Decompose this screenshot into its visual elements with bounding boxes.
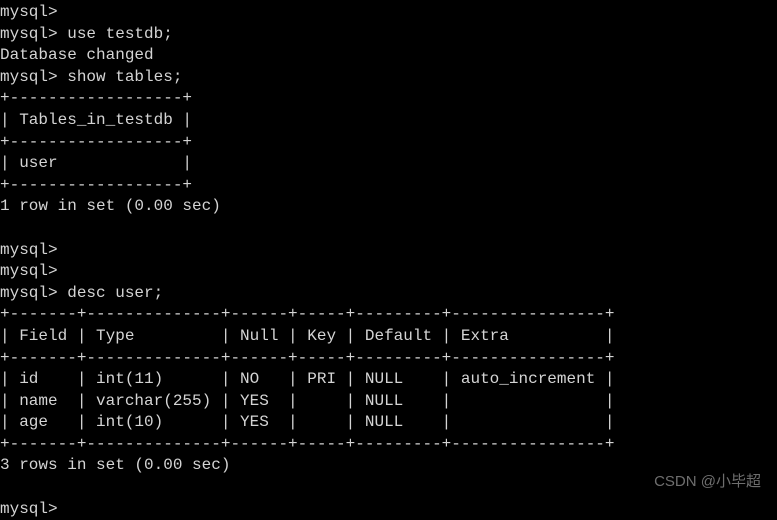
prompt-line[interactable]: mysql> <box>0 499 777 520</box>
table-row: | user | <box>0 153 777 175</box>
table-border: +------------------+ <box>0 88 777 110</box>
table-border: +-------+--------------+------+-----+---… <box>0 348 777 370</box>
watermark: CSDN @小毕超 <box>654 472 761 492</box>
command-line[interactable]: mysql> desc user; <box>0 283 777 305</box>
table-row: | id | int(11) | NO | PRI | NULL | auto_… <box>0 369 777 391</box>
prompt: mysql> <box>0 3 58 21</box>
table-border: +-------+--------------+------+-----+---… <box>0 304 777 326</box>
table-header: | Field | Type | Null | Key | Default | … <box>0 326 777 348</box>
prompt: mysql> <box>0 241 58 259</box>
table-border: +------------------+ <box>0 175 777 197</box>
output-line: Database changed <box>0 45 777 67</box>
command-line[interactable]: mysql> show tables; <box>0 67 777 89</box>
blank-line <box>0 218 777 240</box>
command-text: use testdb; <box>67 25 173 43</box>
table-row: | name | varchar(255) | YES | | NULL | | <box>0 391 777 413</box>
table-border: +-------+--------------+------+-----+---… <box>0 434 777 456</box>
result-summary: 1 row in set (0.00 sec) <box>0 196 777 218</box>
command-line[interactable]: mysql> use testdb; <box>0 24 777 46</box>
command-text: show tables; <box>67 68 182 86</box>
spacer <box>58 284 68 302</box>
prompt: mysql> <box>0 68 58 86</box>
table-border: +------------------+ <box>0 132 777 154</box>
spacer <box>58 68 68 86</box>
prompt-line[interactable]: mysql> <box>0 240 777 262</box>
prompt: mysql> <box>0 262 58 280</box>
table-row: | age | int(10) | YES | | NULL | | <box>0 412 777 434</box>
prompt: mysql> <box>0 500 58 518</box>
prompt-line[interactable]: mysql> <box>0 2 777 24</box>
prompt-line[interactable]: mysql> <box>0 261 777 283</box>
prompt: mysql> <box>0 284 58 302</box>
table-header: | Tables_in_testdb | <box>0 110 777 132</box>
prompt: mysql> <box>0 25 58 43</box>
db-changed-msg: Database changed <box>0 46 154 64</box>
spacer <box>58 25 68 43</box>
command-text: desc user; <box>67 284 163 302</box>
